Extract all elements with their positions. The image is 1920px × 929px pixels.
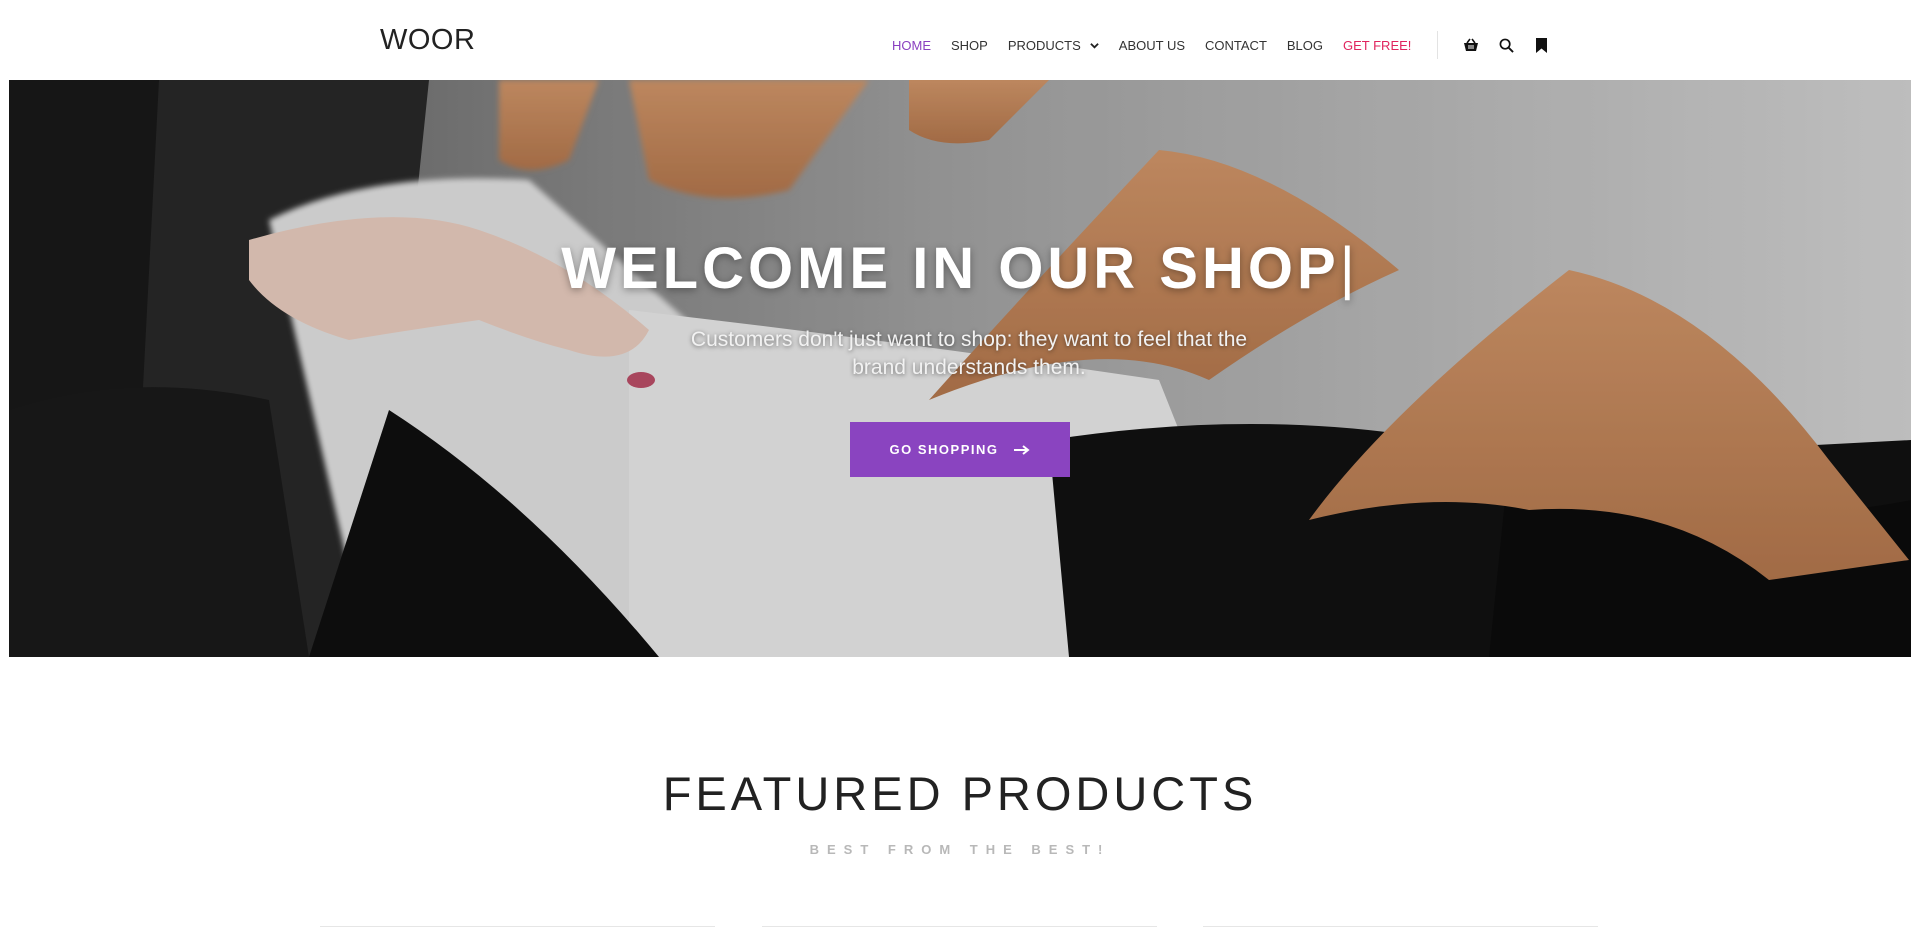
main-nav: HOME SHOP PRODUCTS ABOUT US CONTACT BLOG… [892, 31, 1567, 59]
nav-item-products-label: PRODUCTS [1007, 37, 1081, 53]
hero-title-text: WELCOME IN OUR SHOP [561, 236, 1340, 301]
site-header: WOOR HOME SHOP PRODUCTS ABOUT US CONTACT… [0, 0, 1920, 80]
featured-products-title: FEATURED PRODUCTS [662, 767, 1258, 820]
basket-icon[interactable] [1462, 36, 1480, 54]
site-logo[interactable]: WOOR [380, 24, 475, 57]
nav-item-get-free[interactable]: GET FREE! [1343, 38, 1411, 53]
hero-title: WELCOME IN OUR SHOP| [9, 235, 1911, 302]
bookmark-icon[interactable] [1532, 36, 1550, 54]
product-card-top-border [320, 926, 715, 927]
nav-item-contact[interactable]: CONTACT [1205, 38, 1267, 53]
arrow-right-icon [1014, 444, 1031, 455]
product-card-top-border [762, 926, 1157, 927]
nav-item-home[interactable]: HOME [892, 38, 931, 53]
typing-caret: | [1339, 236, 1359, 301]
hero-subtitle: Customers don't just want to shop: they … [690, 328, 1248, 379]
go-shopping-button[interactable]: GO SHOPPING [850, 422, 1070, 477]
nav-item-blog[interactable]: BLOG [1287, 38, 1323, 53]
chevron-down-icon [1090, 42, 1099, 49]
nav-divider [1437, 31, 1439, 59]
go-shopping-label: GO SHOPPING [889, 442, 999, 457]
nav-item-about[interactable]: ABOUT US [1119, 38, 1185, 53]
featured-products-subtitle: BEST FROM THE BEST! [809, 842, 1111, 857]
nav-item-products[interactable]: PRODUCTS [1008, 38, 1099, 53]
hero-banner: WELCOME IN OUR SHOP| Customers don't jus… [9, 80, 1911, 657]
search-icon[interactable] [1497, 36, 1515, 54]
product-card-top-border [1203, 926, 1598, 927]
nav-item-shop[interactable]: SHOP [951, 38, 988, 53]
